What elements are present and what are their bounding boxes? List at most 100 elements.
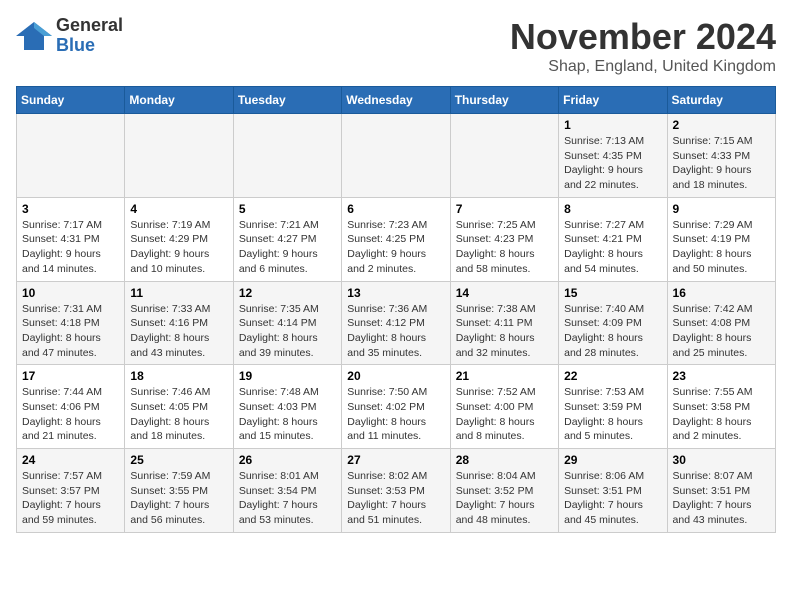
calendar-cell: 2 Sunrise: 7:15 AMSunset: 4:33 PMDaylight… (667, 114, 775, 198)
calendar-week-1: 1 Sunrise: 7:13 AMSunset: 4:35 PMDaylight… (17, 114, 776, 198)
day-number: 18 (130, 369, 227, 383)
col-tuesday: Tuesday (233, 87, 341, 114)
calendar-cell: 29 Sunrise: 8:06 AMSunset: 3:51 PMDayligh… (559, 449, 667, 533)
day-info: Sunrise: 8:02 AMSunset: 3:53 PMDaylight:… (347, 469, 444, 528)
day-info: Sunrise: 8:06 AMSunset: 3:51 PMDaylight:… (564, 469, 661, 528)
day-number: 15 (564, 286, 661, 300)
calendar-cell: 14Sunrise: 7:38 AMSunset: 4:11 PMDayligh… (450, 281, 558, 365)
calendar-cell: 13Sunrise: 7:36 AMSunset: 4:12 PMDayligh… (342, 281, 450, 365)
calendar-cell (233, 114, 341, 198)
calendar-table: Sunday Monday Tuesday Wednesday Thursday… (16, 86, 776, 533)
header-row: Sunday Monday Tuesday Wednesday Thursday… (17, 87, 776, 114)
day-number: 2 (673, 118, 770, 132)
calendar-cell: 19 Sunrise: 7:48 AMSunset: 4:03 PMDayligh… (233, 365, 341, 449)
calendar-cell: 10Sunrise: 7:31 AMSunset: 4:18 PMDayligh… (17, 281, 125, 365)
day-number: 19 (239, 369, 336, 383)
day-number: 30 (673, 453, 770, 467)
calendar-cell: 1 Sunrise: 7:13 AMSunset: 4:35 PMDaylight… (559, 114, 667, 198)
title-block: November 2024 Shap, England, United King… (510, 16, 776, 76)
day-info: Sunrise: 8:01 AMSunset: 3:54 PMDaylight:… (239, 469, 336, 528)
day-info: Sunrise: 7:31 AMSunset: 4:18 PMDaylight:… (22, 302, 119, 361)
day-number: 23 (673, 369, 770, 383)
day-number: 1 (564, 118, 661, 132)
day-number: 17 (22, 369, 119, 383)
calendar-cell: 30 Sunrise: 8:07 AMSunset: 3:51 PMDayligh… (667, 449, 775, 533)
day-number: 9 (673, 202, 770, 216)
calendar-body: 1 Sunrise: 7:13 AMSunset: 4:35 PMDaylight… (17, 114, 776, 533)
calendar-cell: 27Sunrise: 8:02 AMSunset: 3:53 PMDayligh… (342, 449, 450, 533)
day-info: Sunrise: 7:15 AMSunset: 4:33 PMDaylight:… (673, 134, 770, 193)
day-number: 5 (239, 202, 336, 216)
day-number: 8 (564, 202, 661, 216)
day-info: Sunrise: 7:33 AMSunset: 4:16 PMDaylight:… (130, 302, 227, 361)
day-info: Sunrise: 7:13 AMSunset: 4:35 PMDaylight:… (564, 134, 661, 193)
day-info: Sunrise: 7:21 AMSunset: 4:27 PMDaylight:… (239, 218, 336, 277)
day-info: Sunrise: 8:07 AMSunset: 3:51 PMDaylight:… (673, 469, 770, 528)
calendar-cell: 16Sunrise: 7:42 AMSunset: 4:08 PMDayligh… (667, 281, 775, 365)
calendar-cell: 6 Sunrise: 7:23 AMSunset: 4:25 PMDaylight… (342, 197, 450, 281)
day-number: 16 (673, 286, 770, 300)
col-saturday: Saturday (667, 87, 775, 114)
calendar-cell (125, 114, 233, 198)
day-info: Sunrise: 7:55 AMSunset: 3:58 PMDaylight:… (673, 385, 770, 444)
col-wednesday: Wednesday (342, 87, 450, 114)
day-number: 26 (239, 453, 336, 467)
day-info: Sunrise: 7:40 AMSunset: 4:09 PMDaylight:… (564, 302, 661, 361)
calendar-cell: 20Sunrise: 7:50 AMSunset: 4:02 PMDayligh… (342, 365, 450, 449)
day-number: 25 (130, 453, 227, 467)
day-number: 4 (130, 202, 227, 216)
calendar-week-5: 24 Sunrise: 7:57 AMSunset: 3:57 PMDayligh… (17, 449, 776, 533)
day-info: Sunrise: 7:29 AMSunset: 4:19 PMDaylight:… (673, 218, 770, 277)
calendar-cell (342, 114, 450, 198)
calendar-cell: 17 Sunrise: 7:44 AMSunset: 4:06 PMDayligh… (17, 365, 125, 449)
day-number: 22 (564, 369, 661, 383)
day-info: Sunrise: 8:04 AMSunset: 3:52 PMDaylight:… (456, 469, 553, 528)
calendar-cell: 7Sunrise: 7:25 AMSunset: 4:23 PMDaylight… (450, 197, 558, 281)
calendar-cell: 21 Sunrise: 7:52 AMSunset: 4:00 PMDayligh… (450, 365, 558, 449)
day-info: Sunrise: 7:44 AMSunset: 4:06 PMDaylight:… (22, 385, 119, 444)
day-number: 7 (456, 202, 553, 216)
day-info: Sunrise: 7:38 AMSunset: 4:11 PMDaylight:… (456, 302, 553, 361)
day-number: 13 (347, 286, 444, 300)
day-info: Sunrise: 7:57 AMSunset: 3:57 PMDaylight:… (22, 469, 119, 528)
month-title: November 2024 (510, 16, 776, 58)
day-number: 21 (456, 369, 553, 383)
calendar-cell: 8 Sunrise: 7:27 AMSunset: 4:21 PMDaylight… (559, 197, 667, 281)
day-info: Sunrise: 7:17 AMSunset: 4:31 PMDaylight:… (22, 218, 119, 277)
day-number: 6 (347, 202, 444, 216)
day-info: Sunrise: 7:27 AMSunset: 4:21 PMDaylight:… (564, 218, 661, 277)
calendar-header: Sunday Monday Tuesday Wednesday Thursday… (17, 87, 776, 114)
day-info: Sunrise: 7:48 AMSunset: 4:03 PMDaylight:… (239, 385, 336, 444)
calendar-cell: 3Sunrise: 7:17 AMSunset: 4:31 PMDaylight… (17, 197, 125, 281)
col-monday: Monday (125, 87, 233, 114)
day-info: Sunrise: 7:23 AMSunset: 4:25 PMDaylight:… (347, 218, 444, 277)
day-info: Sunrise: 7:35 AMSunset: 4:14 PMDaylight:… (239, 302, 336, 361)
location-title: Shap, England, United Kingdom (510, 58, 776, 76)
calendar-cell: 25Sunrise: 7:59 AMSunset: 3:55 PMDayligh… (125, 449, 233, 533)
calendar-week-2: 3Sunrise: 7:17 AMSunset: 4:31 PMDaylight… (17, 197, 776, 281)
calendar-cell: 23 Sunrise: 7:55 AMSunset: 3:58 PMDayligh… (667, 365, 775, 449)
col-friday: Friday (559, 87, 667, 114)
day-number: 24 (22, 453, 119, 467)
page-header: General Blue November 2024 Shap, England… (16, 16, 776, 76)
logo-text-blue: Blue (56, 36, 123, 56)
calendar-cell: 24 Sunrise: 7:57 AMSunset: 3:57 PMDayligh… (17, 449, 125, 533)
day-info: Sunrise: 7:52 AMSunset: 4:00 PMDaylight:… (456, 385, 553, 444)
day-number: 12 (239, 286, 336, 300)
col-sunday: Sunday (17, 87, 125, 114)
calendar-cell: 11 Sunrise: 7:33 AMSunset: 4:16 PMDayligh… (125, 281, 233, 365)
calendar-cell: 18Sunrise: 7:46 AMSunset: 4:05 PMDayligh… (125, 365, 233, 449)
logo-text-general: General (56, 16, 123, 36)
calendar-cell: 28Sunrise: 8:04 AMSunset: 3:52 PMDayligh… (450, 449, 558, 533)
calendar-week-4: 17 Sunrise: 7:44 AMSunset: 4:06 PMDayligh… (17, 365, 776, 449)
calendar-cell: 5 Sunrise: 7:21 AMSunset: 4:27 PMDaylight… (233, 197, 341, 281)
calendar-cell: 26 Sunrise: 8:01 AMSunset: 3:54 PMDayligh… (233, 449, 341, 533)
calendar-cell: 4 Sunrise: 7:19 AMSunset: 4:29 PMDaylight… (125, 197, 233, 281)
day-info: Sunrise: 7:19 AMSunset: 4:29 PMDaylight:… (130, 218, 227, 277)
calendar-cell (17, 114, 125, 198)
day-number: 29 (564, 453, 661, 467)
calendar-cell: 12 Sunrise: 7:35 AMSunset: 4:14 PMDayligh… (233, 281, 341, 365)
calendar-week-3: 10Sunrise: 7:31 AMSunset: 4:18 PMDayligh… (17, 281, 776, 365)
day-info: Sunrise: 7:50 AMSunset: 4:02 PMDaylight:… (347, 385, 444, 444)
day-number: 11 (130, 286, 227, 300)
